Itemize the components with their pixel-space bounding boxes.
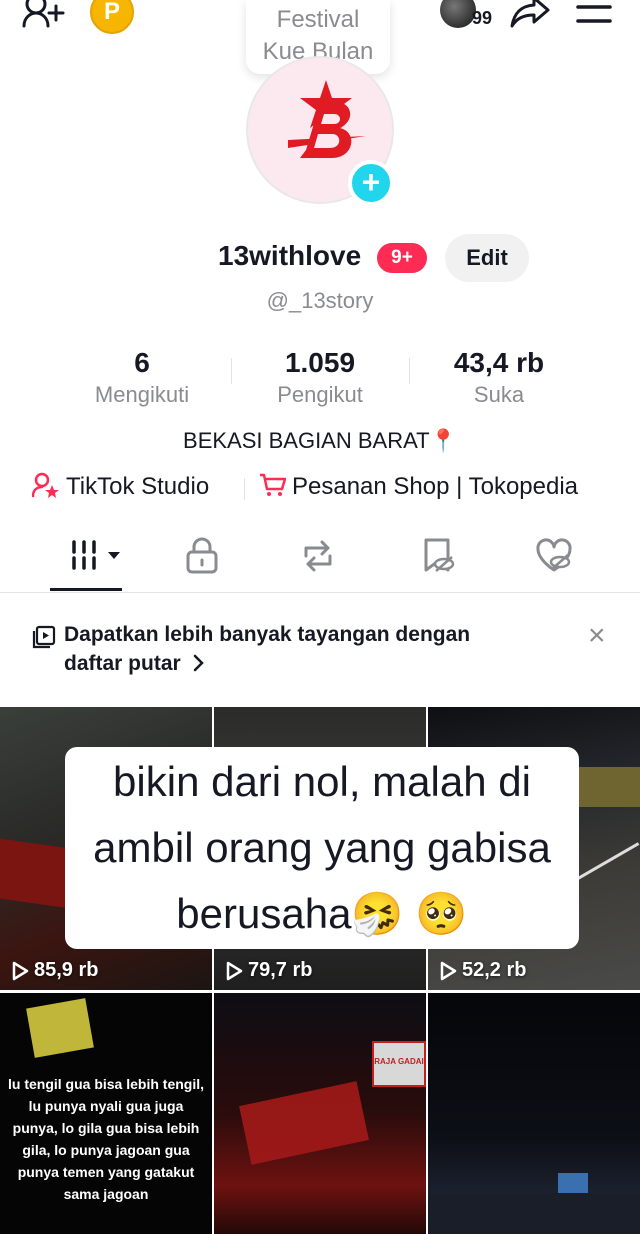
view-count-text: 52,2 rb (462, 959, 527, 981)
divider (0, 592, 640, 593)
edit-profile-button[interactable]: Edit (445, 234, 529, 282)
video-thumbnail[interactable] (428, 993, 640, 1234)
display-name: 13withlove (218, 240, 362, 271)
video-text-overlay: bikin dari nol, malah di ambil orang yan… (65, 747, 579, 949)
tab-reposts[interactable] (282, 536, 354, 576)
play-icon (440, 961, 457, 980)
tab-private[interactable] (166, 536, 238, 576)
overlay-line-3: berusaha🤧 🥺 (176, 890, 468, 937)
story-avatar[interactable] (440, 0, 476, 28)
repost-icon (298, 540, 338, 580)
playlist-icon (32, 625, 56, 654)
close-banner-button[interactable]: × (588, 621, 606, 651)
stat-likes[interactable]: 43,4 rb Suka (409, 346, 589, 410)
stat-label: Mengikuti (94, 382, 190, 407)
liked-hidden-icon (534, 538, 574, 580)
play-icon (12, 961, 29, 980)
active-tab-indicator (50, 588, 122, 591)
video-thumbnail[interactable]: lu tengil gua bisa lebih tengil, lu puny… (0, 993, 212, 1234)
playlist-banner[interactable]: Dapatkan lebih banyak tayangan dengan da… (64, 620, 534, 680)
tab-liked[interactable] (518, 536, 590, 576)
link-divider (244, 478, 245, 500)
add-avatar-button[interactable]: + (348, 160, 394, 206)
stat-value: 1.059 (284, 347, 356, 378)
tab-favorites[interactable] (402, 536, 474, 576)
shop-label: Pesanan Shop | Tokopedia (292, 473, 579, 500)
grid-icon (58, 540, 122, 580)
overlay-line-2: ambil orang yang gabisa (93, 824, 551, 871)
play-icon (226, 961, 243, 980)
studio-icon (31, 472, 60, 505)
bookmark-hidden-icon (418, 538, 458, 580)
story-count: 99 (472, 8, 493, 28)
stat-label: Pengikut (277, 382, 363, 407)
stat-value: 43,4 rb (453, 347, 545, 378)
video-thumbnail[interactable]: RAJA GADAI (214, 993, 426, 1234)
tab-videos[interactable] (54, 536, 126, 576)
username: @_13story (266, 288, 374, 313)
view-count-text: 79,7 rb (248, 959, 313, 981)
tiktok-studio-link[interactable]: TikTok Studio (31, 472, 210, 505)
menu-icon[interactable] (576, 4, 612, 24)
coins-icon[interactable]: P (90, 0, 134, 34)
stat-value: 6 (134, 347, 150, 378)
add-friend-icon[interactable] (22, 0, 68, 32)
stat-label: Suka (473, 382, 525, 407)
lock-icon (182, 537, 222, 580)
shop-orders-link[interactable]: Pesanan Shop | Tokopedia (258, 472, 578, 505)
stat-following[interactable]: 6 Mengikuti (52, 346, 232, 410)
cart-icon (258, 472, 287, 505)
share-icon[interactable] (508, 0, 552, 30)
view-count: 85,9 rb (10, 959, 98, 982)
studio-label: TikTok Studio (66, 473, 210, 500)
stat-followers[interactable]: 1.059 Pengikut (230, 346, 410, 410)
video-caption: lu tengil gua bisa lebih tengil, lu puny… (8, 1076, 205, 1202)
view-count: 79,7 rb (224, 959, 312, 982)
notification-badge[interactable]: 9+ (377, 243, 427, 273)
overlay-line-1: bikin dari nol, malah di (113, 758, 531, 805)
bio: BEKASI BAGIAN BARAT📍 (183, 428, 457, 453)
view-count-text: 85,9 rb (34, 959, 99, 981)
view-count: 52,2 rb (438, 959, 526, 982)
bubble-line-1: Festival (276, 6, 360, 33)
chevron-right-icon (193, 651, 205, 680)
store-sign: RAJA GADAI (372, 1041, 426, 1087)
banner-text: Dapatkan lebih banyak tayangan dengan da… (64, 623, 471, 675)
